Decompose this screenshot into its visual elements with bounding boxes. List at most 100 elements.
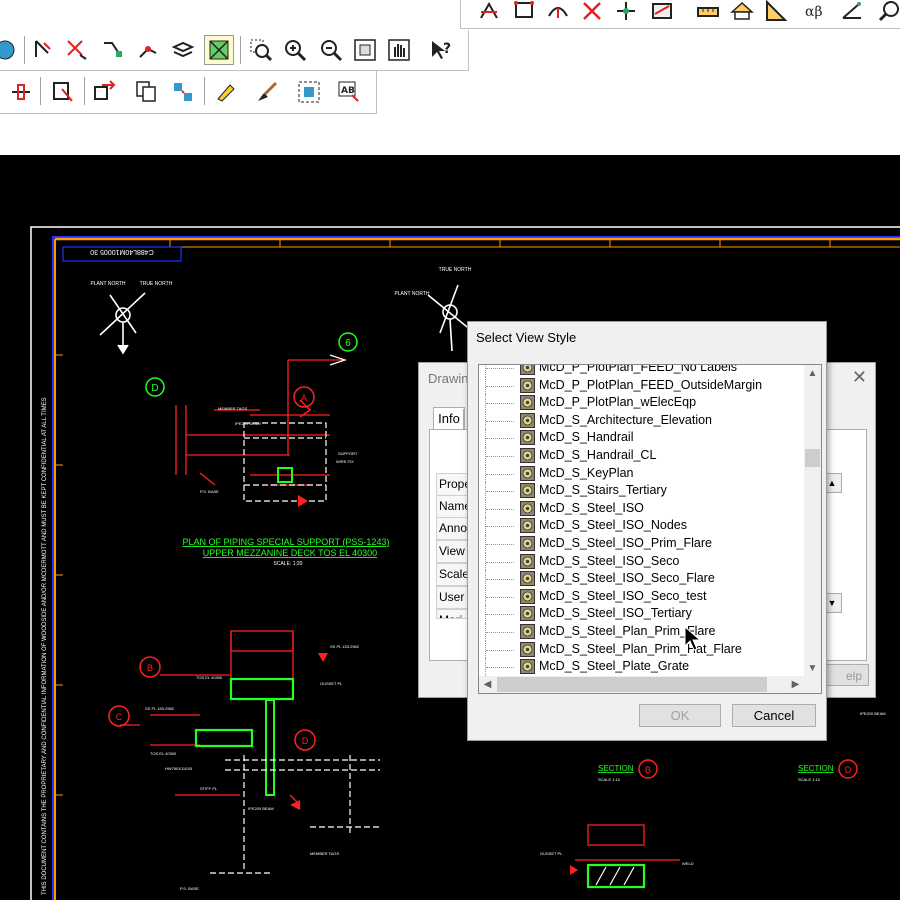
list-item-label: McD_S_Steel_Plate_Grate	[539, 659, 690, 674]
list-item[interactable]: McD_S_Steel_ISO_Prim_Flare	[479, 535, 805, 553]
alpha-beta-icon[interactable]: αβ	[801, 0, 831, 26]
list-item[interactable]: McD_S_Steel_Plan_Prim_Hat_Flare	[479, 640, 805, 659]
scroll-left-icon[interactable]: ◀	[479, 676, 496, 693]
view-style-items: McD_P_PlotPlan_FEED_No Labels McD_P_PlotP…	[479, 365, 805, 677]
angle-tool-icon[interactable]	[837, 0, 867, 26]
toolbar-separator	[84, 77, 85, 105]
list-item-label: McD_S_Steel_Plan_Prim_Hat_Flare	[539, 641, 742, 656]
ok-button[interactable]: OK	[639, 704, 721, 727]
list-item[interactable]: McD_P_PlotPlan_FEED_OutsideMargin	[479, 376, 805, 395]
move-tool-icon[interactable]	[90, 77, 120, 107]
highlight-tool-icon[interactable]	[210, 77, 240, 107]
layer-icon[interactable]	[0, 35, 20, 65]
north-arrow-1	[99, 292, 146, 355]
scroll-up-icon[interactable]: ▲	[804, 365, 821, 382]
plan-title-line1: PLAN OF PIPING SPECIAL SUPPORT (PSS-1243…	[183, 537, 390, 547]
tree-connector	[485, 587, 520, 606]
svg-text:STIFF PL: STIFF PL	[200, 786, 218, 791]
zoom-extents-icon[interactable]	[350, 35, 380, 65]
edit-shape-icon[interactable]	[48, 77, 78, 107]
north-plant-1: PLANT NORTH	[90, 281, 125, 287]
text-edit-icon[interactable]: AB	[334, 77, 364, 107]
elevation-annotations: TOS EL 40300 SS PL 153.2982 SS PL 153.29…	[145, 644, 360, 891]
svg-text:SS PL 153.2982: SS PL 153.2982	[330, 644, 360, 649]
tab-info[interactable]: Info	[433, 407, 465, 430]
tree-connector	[485, 464, 520, 483]
scroll-right-icon[interactable]: ▶	[787, 676, 804, 693]
view-frame-icon[interactable]	[204, 35, 234, 65]
cancel-button[interactable]: Cancel	[732, 704, 816, 727]
cross-select-icon[interactable]	[62, 35, 92, 65]
svg-text:TOS EL 40300: TOS EL 40300	[196, 675, 223, 680]
list-item[interactable]: McD_S_Steel_ISO	[479, 499, 805, 518]
list-item[interactable]: McD_S_Handrail_CL	[479, 447, 805, 465]
title-block-ref: C488L40M10005 30	[90, 248, 154, 255]
arc-tool-icon[interactable]	[543, 0, 573, 26]
list-item[interactable]: McD_S_Steel_ISO_Seco_test	[479, 587, 805, 606]
zoom-window-icon[interactable]	[246, 35, 276, 65]
point-snap-icon[interactable]	[134, 35, 164, 65]
close-icon[interactable]: ✕	[852, 367, 867, 388]
svg-text:GUSSET PL: GUSSET PL	[540, 851, 563, 856]
list-item-label: McD_P_PlotPlan_wElecEqp	[539, 395, 697, 410]
list-item[interactable]: McD_P_PlotPlan_FEED_No Labels	[479, 365, 805, 377]
set-square-icon[interactable]	[761, 0, 791, 26]
view-style-icon	[520, 430, 535, 446]
view-style-icon	[520, 395, 535, 411]
svg-text:GUSSET PL: GUSSET PL	[320, 681, 343, 686]
tree-connector	[485, 552, 520, 571]
list-item[interactable]: McD_S_Steel_Plate_Grate	[479, 658, 805, 676]
horizontal-scroll-thumb[interactable]	[497, 677, 767, 692]
svg-text:WELD: WELD	[682, 861, 694, 866]
select-view-style-dialog: Select View Style McD_P_PlotPlan_FEED_No…	[467, 321, 827, 741]
zoom-partial-icon[interactable]	[875, 0, 900, 26]
plan-arrow-a	[298, 495, 308, 507]
tree-connector	[485, 499, 520, 518]
elevation-plate-green	[194, 728, 254, 748]
layers-stack-icon[interactable]	[168, 35, 198, 65]
scroll-down-icon[interactable]: ▼	[804, 660, 821, 677]
list-item[interactable]: McD_S_Steel_ISO_Seco	[479, 552, 805, 571]
vertical-scroll-thumb[interactable]	[805, 449, 820, 467]
select-tool-icon[interactable]	[28, 35, 58, 65]
measure-tool-icon[interactable]	[647, 0, 677, 26]
bubble-a-label: A	[301, 393, 307, 403]
svg-text:SUPPORT: SUPPORT	[338, 451, 358, 456]
point-tool-icon[interactable]	[611, 0, 641, 26]
vertical-scrollbar[interactable]: ▲ ▼	[804, 365, 821, 677]
list-item[interactable]: McD_S_Steel_ISO_Seco_Flare	[479, 570, 805, 588]
zoom-in-icon[interactable]	[280, 35, 310, 65]
frame-tool-icon[interactable]	[294, 77, 324, 107]
list-item[interactable]: McD_S_Architecture_Elevation	[479, 411, 805, 430]
zoom-out-icon[interactable]	[316, 35, 346, 65]
svg-text:P.S. BASE: P.S. BASE	[180, 886, 199, 891]
split-tool-icon[interactable]	[6, 77, 36, 107]
view-style-list[interactable]: McD_P_PlotPlan_FEED_No Labels McD_P_PlotP…	[478, 364, 822, 694]
list-item[interactable]: McD_S_KeyPlan	[479, 464, 805, 483]
plan-title-line2: UPPER MEZZANINE DECK TOS EL 40300	[203, 548, 377, 558]
snap-tool-icon[interactable]	[98, 35, 128, 65]
list-item[interactable]: McD_S_Steel_Plan_Prim_Flare	[479, 623, 805, 641]
svg-text:HW760X110X5: HW760X110X5	[165, 766, 193, 771]
view-style-icon	[520, 606, 535, 622]
horizontal-scrollbar[interactable]: ◀ ▶	[479, 676, 821, 693]
svg-text:?: ?	[443, 41, 451, 57]
pan-icon[interactable]	[384, 35, 414, 65]
dimension-tool-icon[interactable]	[475, 0, 505, 26]
side-note: THIS DOCUMENT CONTAINS THE PROPRIETARY A…	[42, 397, 48, 895]
list-item[interactable]: McD_S_Stairs_Tertiary	[479, 482, 805, 500]
array-tool-icon[interactable]	[168, 77, 198, 107]
list-item[interactable]: McD_S_Handrail	[479, 429, 805, 447]
copy-tool-icon[interactable]	[132, 77, 162, 107]
ruler-tool-icon[interactable]	[693, 0, 723, 26]
grid-tool-icon[interactable]	[509, 0, 539, 26]
brush-tool-icon[interactable]	[252, 77, 282, 107]
list-item[interactable]: McD_S_Steel_ISO_Nodes	[479, 517, 805, 535]
house-tool-icon[interactable]	[727, 0, 757, 26]
drawing-properties-title: Drawin	[428, 371, 469, 386]
delete-tool-icon[interactable]	[577, 0, 607, 26]
list-item[interactable]: McD_S_Steel_ISO_Tertiary	[479, 605, 805, 623]
list-item[interactable]: McD_P_PlotPlan_wElecEqp	[479, 394, 805, 412]
help-pointer-icon[interactable]: ?	[426, 35, 456, 65]
north-true-1: TRUE NORTH	[140, 281, 173, 287]
